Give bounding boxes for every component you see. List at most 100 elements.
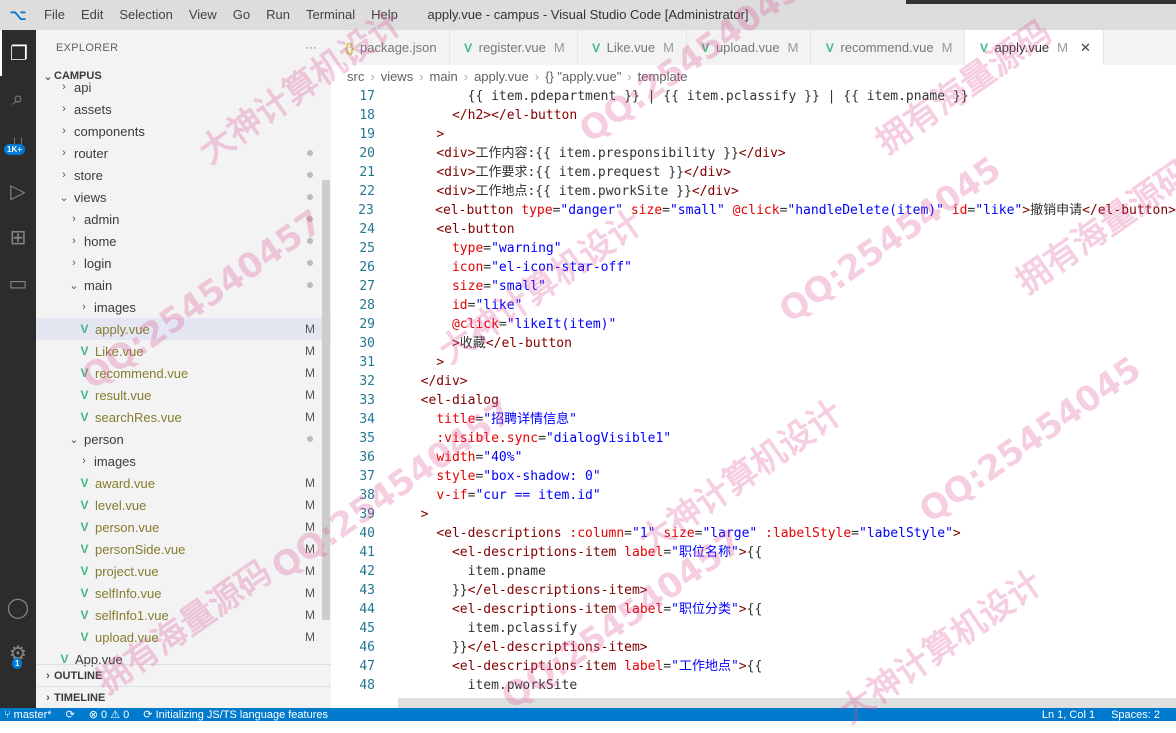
tab-register-vue[interactable]: Vregister.vue M	[450, 30, 578, 65]
tree-item[interactable]: Vperson.vue M	[36, 516, 331, 538]
code-line[interactable]: 31 >	[331, 353, 1176, 372]
search-icon[interactable]: ⌕	[0, 76, 36, 122]
extensions-icon[interactable]: ⊞	[0, 214, 36, 260]
problems-indicator[interactable]: ⊗ 0 ⚠ 0	[89, 708, 130, 721]
code-line[interactable]: 37 style="box-shadow: 0"	[331, 467, 1176, 486]
code-line[interactable]: 34 title="招聘详情信息"	[331, 410, 1176, 429]
code-line[interactable]: 28 id="like"	[331, 296, 1176, 315]
code-editor[interactable]: 17 {{ item.pdepartment }} | {{ item.pcla…	[331, 87, 1176, 708]
tab-recommend-vue[interactable]: Vrecommend.vue M	[811, 30, 966, 65]
tree-item[interactable]: › admin	[36, 208, 331, 230]
settings-gear-icon[interactable]: ⚙ 1	[0, 630, 36, 676]
code-line[interactable]: 46 }}</el-descriptions-item>	[331, 638, 1176, 657]
tree-item[interactable]: › home	[36, 230, 331, 252]
menu-item-file[interactable]: File	[36, 0, 73, 30]
tree-item[interactable]: Vproject.vue M	[36, 560, 331, 582]
menu-item-run[interactable]: Run	[258, 0, 298, 30]
tree-item[interactable]: › store	[36, 164, 331, 186]
code-line[interactable]: 44 <el-descriptions-item label="职位分类">{{	[331, 600, 1176, 619]
tree-item[interactable]: › images	[36, 450, 331, 472]
code-line[interactable]: 32 </div>	[331, 372, 1176, 391]
breadcrumb-item[interactable]: {} "apply.vue"	[545, 69, 621, 84]
outline-section[interactable]: › OUTLINE	[36, 664, 331, 686]
code-line[interactable]: 33 <el-dialog	[331, 391, 1176, 410]
breadcrumb-item[interactable]: main	[430, 69, 458, 84]
tree-item[interactable]: Vaward.vue M	[36, 472, 331, 494]
explorer-sidebar: EXPLORER ··· ⌄ CAMPUS › api › assets › compone…	[36, 30, 331, 708]
code-line[interactable]: 47 <el-descriptions-item label="工作地点">{{	[331, 657, 1176, 676]
account-icon[interactable]: ◯	[0, 584, 36, 630]
code-line[interactable]: 38 v-if="cur == item.id"	[331, 486, 1176, 505]
menu-item-edit[interactable]: Edit	[73, 0, 111, 30]
tree-item[interactable]: Vupload.vue M	[36, 626, 331, 648]
tree-item[interactable]: VselfInfo1.vue M	[36, 604, 331, 626]
menu-item-terminal[interactable]: Terminal	[298, 0, 363, 30]
code-line[interactable]: 25 type="warning"	[331, 239, 1176, 258]
code-line[interactable]: 30 >收藏</el-button	[331, 334, 1176, 353]
tree-item[interactable]: Vresult.vue M	[36, 384, 331, 406]
code-line[interactable]: 24 <el-button	[331, 220, 1176, 239]
more-actions-icon[interactable]: ···	[305, 42, 317, 54]
tree-item[interactable]: › assets	[36, 98, 331, 120]
tab-like-vue[interactable]: V Like.vue M	[578, 30, 687, 65]
breadcrumb-item[interactable]: src	[347, 69, 364, 84]
code-line[interactable]: 20 <div>工作内容:{{ item.presponsibility }}<…	[331, 144, 1176, 163]
cursor-position[interactable]: Ln 1, Col 1	[1042, 709, 1095, 721]
language-status[interactable]: ⟳ Initializing JS/TS language features	[143, 708, 328, 721]
code-line[interactable]: 40 <el-descriptions :column="1" size="la…	[331, 524, 1176, 543]
sidebar-scrollbar[interactable]	[322, 180, 330, 620]
sync-icon[interactable]: ⟳	[66, 708, 75, 721]
tree-item[interactable]: › components	[36, 120, 331, 142]
tree-item[interactable]: ⌄ views	[36, 186, 331, 208]
menu-item-selection[interactable]: Selection	[111, 0, 180, 30]
remote-explorer-icon[interactable]: ▭	[0, 260, 36, 306]
tree-item[interactable]: › router	[36, 142, 331, 164]
code-line[interactable]: 45 item.pclassify	[331, 619, 1176, 638]
code-line[interactable]: 22 <div>工作地点:{{ item.pworkSite }}</div>	[331, 182, 1176, 201]
code-line[interactable]: 27 size="small"	[331, 277, 1176, 296]
tree-item[interactable]: › login	[36, 252, 331, 274]
tree-item[interactable]: Vrecommend.vue M	[36, 362, 331, 384]
breadcrumb-item[interactable]: apply.vue	[474, 69, 529, 84]
menu-item-go[interactable]: Go	[225, 0, 258, 30]
tree-item[interactable]: › images	[36, 296, 331, 318]
branch-indicator[interactable]: ⑂ master*	[4, 709, 52, 721]
tree-item[interactable]: Vlevel.vue M	[36, 494, 331, 516]
tree-item[interactable]: ⌄ person	[36, 428, 331, 450]
code-line[interactable]: 18 </h2></el-button	[331, 106, 1176, 125]
run-debug-icon[interactable]: ▷	[0, 168, 36, 214]
timeline-section[interactable]: › TIMELINE	[36, 686, 331, 708]
tab-package-json[interactable]: {} package.json	[331, 30, 450, 65]
tree-item[interactable]: Vapply.vue M	[36, 318, 331, 340]
explorer-icon[interactable]: ❐	[0, 30, 36, 76]
code-line[interactable]: 35 :visible.sync="dialogVisible1"	[331, 429, 1176, 448]
tab-upload-vue[interactable]: Vupload.vue M	[687, 30, 812, 65]
tree-item[interactable]: › api	[36, 76, 331, 98]
tree-item[interactable]: VselfInfo.vue M	[36, 582, 331, 604]
breadcrumb-item[interactable]: views	[381, 69, 414, 84]
code-line[interactable]: 23 <el-button type="danger" size="small"…	[331, 201, 1176, 220]
code-line[interactable]: 48 item.pworkSite	[331, 676, 1176, 695]
source-control-icon[interactable]: ⑂1K+	[0, 122, 36, 168]
code-line[interactable]: 39 >	[331, 505, 1176, 524]
code-line[interactable]: 42 item.pname	[331, 562, 1176, 581]
horizontal-scrollbar[interactable]	[398, 698, 1176, 708]
tree-item[interactable]: VsearchRes.vue M	[36, 406, 331, 428]
tree-item[interactable]: VpersonSide.vue M	[36, 538, 331, 560]
code-line[interactable]: 43 }}</el-descriptions-item>	[331, 581, 1176, 600]
code-line[interactable]: 29 @click="likeIt(item)"	[331, 315, 1176, 334]
indentation[interactable]: Spaces: 2	[1111, 709, 1160, 721]
menu-item-view[interactable]: View	[181, 0, 225, 30]
code-line[interactable]: 41 <el-descriptions-item label="职位名称">{{	[331, 543, 1176, 562]
code-line[interactable]: 36 width="40%"	[331, 448, 1176, 467]
tree-item[interactable]: V Like.vue M	[36, 340, 331, 362]
tab-apply-vue[interactable]: Vapply.vue M ✕	[965, 30, 1104, 65]
code-line[interactable]: 21 <div>工作要求:{{ item.prequest }}</div>	[331, 163, 1176, 182]
menu-item-help[interactable]: Help	[363, 0, 406, 30]
breadcrumb-item[interactable]: template	[638, 69, 688, 84]
code-line[interactable]: 17 {{ item.pdepartment }} | {{ item.pcla…	[331, 87, 1176, 106]
code-line[interactable]: 19 >	[331, 125, 1176, 144]
close-icon[interactable]: ✕	[1080, 40, 1091, 56]
tree-item[interactable]: ⌄ main	[36, 274, 331, 296]
code-line[interactable]: 26 icon="el-icon-star-off"	[331, 258, 1176, 277]
